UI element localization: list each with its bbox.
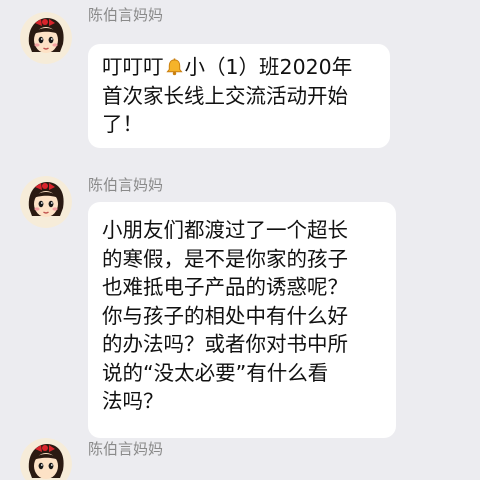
message-line: 叮叮叮 小（1）班2020年	[102, 53, 376, 82]
message-line: 了！	[102, 112, 143, 136]
avatar[interactable]	[20, 12, 72, 64]
chat-message: 陈伯言妈妈 叮叮叮 小（1）班2020年 首次家长线上交流活动开始 了！	[0, 0, 480, 160]
message-line: 首次家长线上交流活动开始	[102, 83, 348, 108]
avatar-girl-icon	[20, 12, 72, 64]
avatar-girl-icon	[20, 438, 72, 480]
message-line: 说的“没太必要”有什么看	[102, 360, 329, 385]
bell-icon	[165, 58, 183, 76]
avatar[interactable]	[20, 176, 72, 228]
sender-name: 陈伯言妈妈	[88, 6, 164, 24]
message-line: 也难抵电子产品的诱惑呢？	[102, 275, 348, 299]
message-text: 小（1）班2020年	[184, 55, 353, 79]
chat-view: 陈伯言妈妈 叮叮叮 小（1）班2020年 首次家长线上交流活动开始 了！ 陈伯言…	[0, 0, 480, 480]
avatar-girl-icon	[20, 176, 72, 228]
message-line: 你与孩子的相处中有什么好	[102, 303, 348, 328]
message-bubble[interactable]: 小朋友们都渡过了一个超长 的寒假，是不是你家的孩子 也难抵电子产品的诱惑呢？ 你…	[88, 202, 396, 438]
message-bubble[interactable]: 叮叮叮 小（1）班2020年 首次家长线上交流活动开始 了！	[88, 44, 390, 148]
message-line: 法吗？	[102, 389, 164, 413]
message-text: 叮叮叮	[102, 55, 164, 79]
sender-name: 陈伯言妈妈	[88, 440, 164, 458]
message-line: 小朋友们都渡过了一个超长	[102, 218, 348, 242]
message-line: 的办法吗？或者你对书中所	[102, 332, 348, 356]
chat-message: 陈伯言妈妈	[0, 428, 480, 480]
sender-name: 陈伯言妈妈	[88, 176, 164, 194]
avatar[interactable]	[20, 438, 72, 480]
message-line: 的寒假，是不是你家的孩子	[102, 246, 348, 271]
chat-message: 陈伯言妈妈 小朋友们都渡过了一个超长 的寒假，是不是你家的孩子 也难抵电子产品的…	[0, 164, 480, 438]
